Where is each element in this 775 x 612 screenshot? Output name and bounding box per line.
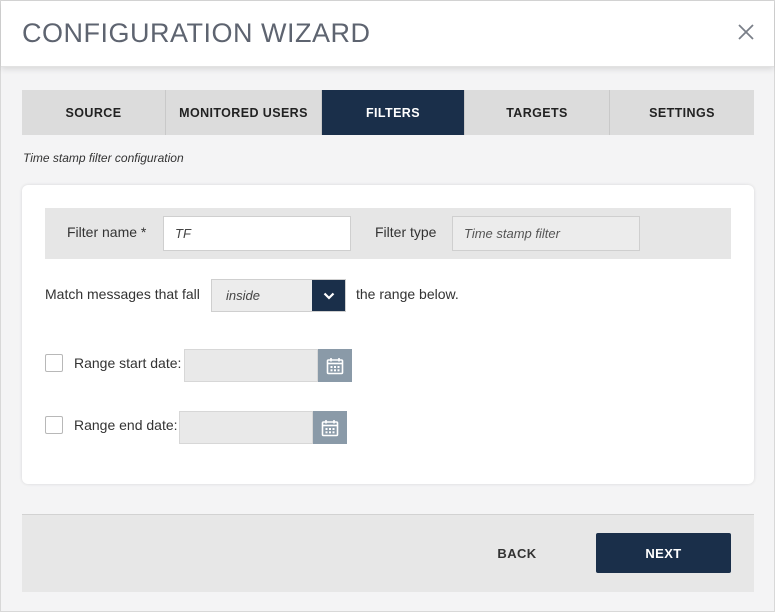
filter-name-input[interactable]: TF [163,216,351,251]
match-range-select[interactable]: inside [211,279,346,312]
filter-card: Filter name * TF Filter type Time stamp … [22,185,754,484]
range-start-label: Range start date: [74,355,182,371]
chevron-down-icon[interactable] [312,280,345,311]
match-prefix-label: Match messages that fall [45,286,200,302]
tab-targets[interactable]: TARGETS [465,90,610,135]
range-end-checkbox[interactable] [45,416,63,434]
filter-name-label: Filter name * [67,224,147,240]
wizard-footer: BACK NEXT [22,514,754,592]
dialog-title: CONFIGURATION WIZARD [22,18,371,48]
filter-type-field: Time stamp filter [452,216,640,251]
match-range-value: inside [226,288,260,303]
calendar-icon[interactable] [318,349,352,382]
range-start-input[interactable] [184,349,318,382]
wizard-tabs: SOURCE MONITORED USERS FILTERS TARGETS S… [22,90,754,135]
dialog-header: CONFIGURATION WIZARD [1,1,774,67]
tab-filters[interactable]: FILTERS [322,90,465,135]
range-end-input[interactable] [179,411,313,444]
back-button[interactable]: BACK [487,535,547,571]
tab-source[interactable]: SOURCE [22,90,166,135]
tab-monitored-users[interactable]: MONITORED USERS [166,90,322,135]
calendar-icon[interactable] [313,411,347,444]
close-icon[interactable] [735,21,757,43]
match-suffix-label: the range below. [356,286,459,302]
tab-settings[interactable]: SETTINGS [610,90,754,135]
section-subtitle: Time stamp filter configuration [23,151,184,165]
filter-type-label: Filter type [375,224,437,240]
next-button[interactable]: NEXT [596,533,731,573]
range-start-checkbox[interactable] [45,354,63,372]
range-end-label: Range end date: [74,417,178,433]
filter-name-bar: Filter name * TF Filter type Time stamp … [45,208,731,259]
configuration-wizard-dialog: CONFIGURATION WIZARD SOURCE MONITORED US… [0,0,775,612]
